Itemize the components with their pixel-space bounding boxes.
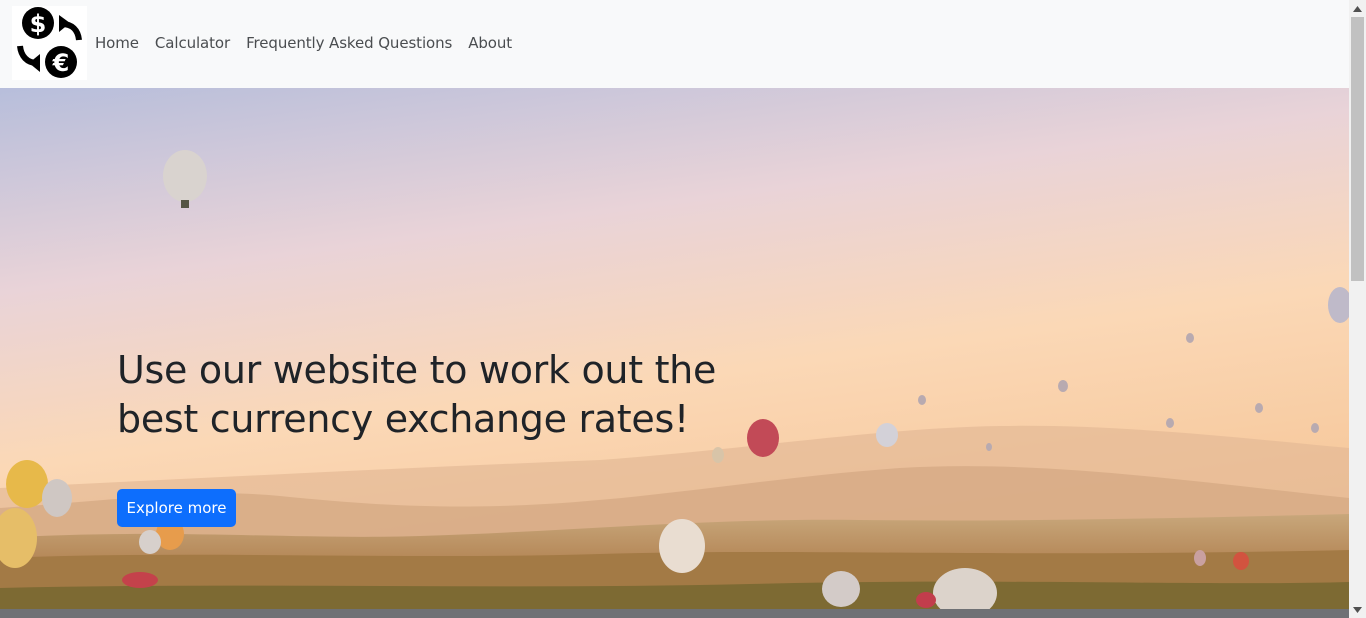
nav-home[interactable]: Home [87, 31, 147, 55]
scrollbar-thumb[interactable] [1351, 17, 1364, 281]
nav-about[interactable]: About [460, 31, 520, 55]
hero-section: Use our website to work out the best cur… [0, 88, 1349, 609]
logo-link[interactable]: $ € [12, 6, 87, 80]
navbar: $ € Home Calculator Frequently Asked Que… [0, 0, 1349, 88]
nav-links: Home Calculator Frequently Asked Questio… [87, 31, 520, 55]
scroll-up-arrow-icon[interactable] [1349, 0, 1366, 17]
svg-text:$: $ [30, 10, 47, 38]
svg-text:€: € [52, 49, 70, 77]
nav-calculator[interactable]: Calculator [147, 31, 238, 55]
scroll-down-arrow-icon[interactable] [1349, 601, 1366, 618]
nav-faq[interactable]: Frequently Asked Questions [238, 31, 460, 55]
footer-edge [0, 609, 1349, 618]
vertical-scrollbar[interactable] [1349, 0, 1366, 618]
currency-exchange-icon: $ € [17, 7, 82, 78]
explore-more-button[interactable]: Explore more [117, 489, 236, 527]
hero-headline: Use our website to work out the best cur… [117, 348, 717, 441]
